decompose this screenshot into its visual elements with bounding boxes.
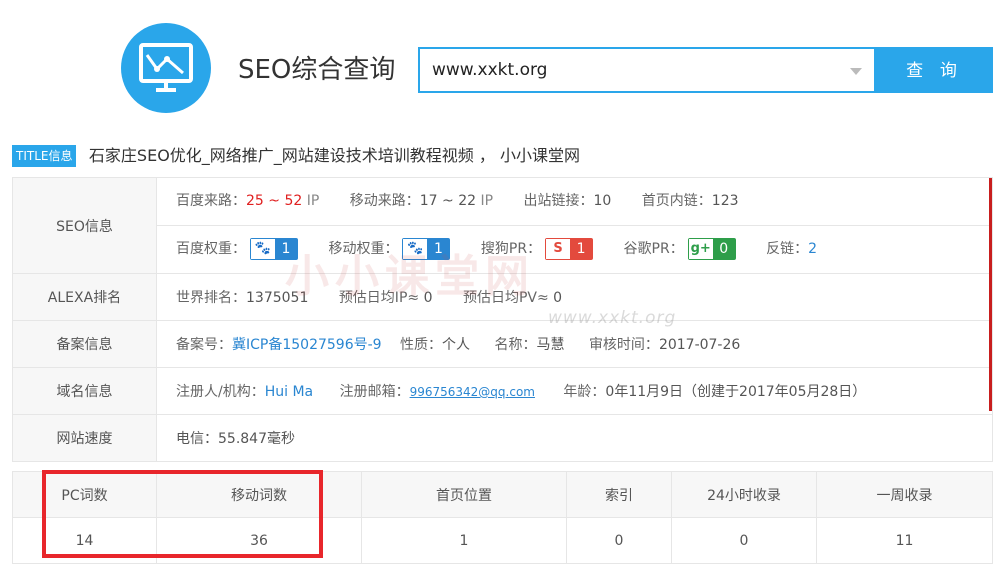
icp-number-label: 备案号：: [176, 337, 232, 353]
google-plus-icon: g+: [688, 239, 713, 259]
domain-label: 域名信息: [12, 367, 157, 415]
keyword-stats-values: 14 36 1 0 0 11: [12, 517, 993, 564]
keyword-stats-table: PC词数 移动词数 首页位置 索引 24小时收录 一周收录 14 36 1 0 …: [12, 471, 993, 564]
icp-label: 备案信息: [12, 320, 157, 368]
email-link[interactable]: 996756342@qq.com: [410, 385, 535, 399]
sogou-pr-label: 搜狗PR：: [480, 241, 542, 257]
innerlinks-label: 首页内链：: [641, 193, 712, 209]
site-title-text: 石家庄SEO优化_网络推广_网站建设技术培训教程视频 ， 小小课堂网: [88, 146, 580, 165]
sogou-icon: S: [546, 239, 571, 259]
seo-traffic-line: 百度来路：25 ~ 52 IP 移动来路：17 ~ 22 IP 出站链接：10 …: [157, 178, 992, 226]
icp-name-label: 名称：: [494, 337, 537, 353]
dropdown-arrow-icon[interactable]: [850, 68, 862, 75]
backlinks-label: 反链：: [766, 241, 809, 257]
icp-nature-label: 性质：: [400, 337, 443, 353]
red-accent-bar: [989, 178, 992, 411]
baidu-traffic-unit: IP: [306, 193, 320, 209]
pc-words-value[interactable]: 14: [12, 517, 157, 564]
speed-label: 网站速度: [12, 414, 157, 462]
baidu-paw-icon: 🐾: [251, 239, 275, 259]
backlinks-value[interactable]: 2: [808, 241, 817, 257]
indexed-24h-value[interactable]: 0: [671, 517, 817, 564]
baidu-weight-value: 1: [275, 239, 297, 259]
sogou-pr-badge[interactable]: S1: [545, 238, 594, 260]
baidu-traffic-value[interactable]: 25 ~ 52: [246, 193, 302, 209]
mobile-traffic-value[interactable]: 17 ~ 22: [420, 193, 476, 209]
daily-pv-value: 0: [553, 290, 563, 306]
alexa-row: ALEXA排名 世界排名：1375051 预估日均IP≈ 0 预估日均PV≈ 0: [12, 273, 993, 321]
mobile-words-header: 移动词数: [156, 471, 362, 518]
registrant-label: 注册人/机构：: [176, 384, 265, 400]
mobile-weight-badge[interactable]: 🐾 1: [402, 238, 451, 260]
mobile-traffic-unit: IP: [480, 193, 494, 209]
world-rank-label: 世界排名：: [176, 290, 246, 306]
baidu-weight-label: 百度权重：: [176, 241, 246, 257]
google-pr-value: 0: [712, 239, 735, 259]
homepage-position-header: 首页位置: [361, 471, 567, 518]
baidu-weight-badge[interactable]: 🐾 1: [250, 238, 298, 260]
age-label: 年龄：: [563, 384, 606, 400]
seo-info-row: SEO信息 百度来路：25 ~ 52 IP 移动来路：17 ~ 22 IP 出站…: [12, 177, 993, 274]
domain-row: 域名信息 注册人/机构：Hui Ma 注册邮箱：996756342@qq.com…: [12, 367, 993, 415]
outlinks-label: 出站链接：: [523, 193, 594, 209]
seo-info-label: SEO信息: [12, 177, 157, 274]
icp-row: 备案信息 备案号：冀ICP备15027596号-9 性质：个人 名称：马慧 审核…: [12, 320, 993, 368]
google-pr-badge[interactable]: g+ 0: [687, 238, 736, 260]
seo-weight-line: 百度权重： 🐾 1 移动权重： 🐾 1 搜狗PR： S 1 谷歌PR： g+ 0 反链：2: [157, 226, 992, 273]
icp-name-value: 马慧: [536, 337, 565, 353]
mobile-traffic-label: 移动来路：: [349, 193, 420, 209]
daily-ip-value: 0: [423, 290, 433, 306]
title-info-badge: TITLE信息: [12, 145, 77, 167]
baidu-traffic-label: 百度来路：: [176, 193, 246, 209]
chart-logo-icon: [121, 23, 211, 113]
email-label: 注册邮箱：: [339, 384, 410, 400]
index-value[interactable]: 0: [566, 517, 672, 564]
mobile-words-value[interactable]: 36: [156, 517, 362, 564]
pc-words-header: PC词数: [12, 471, 157, 518]
indexed-week-header: 一周收录: [816, 471, 993, 518]
domain-search-input[interactable]: [432, 49, 842, 91]
age-value: 0年11月9日（创建于2017年05月28日）: [605, 384, 867, 400]
search-button[interactable]: 查 询: [876, 47, 993, 93]
search-box: [418, 47, 876, 93]
innerlinks-value[interactable]: 123: [712, 193, 739, 209]
title-info-row: TITLE信息 石家庄SEO优化_网络推广_网站建设技术培训教程视频 ， 小小课…: [12, 145, 580, 167]
keyword-stats-header: PC词数 移动词数 首页位置 索引 24小时收录 一周收录: [12, 471, 993, 518]
speed-row: 网站速度 电信：55.847毫秒: [12, 414, 993, 462]
icp-number-link[interactable]: 冀ICP备15027596号-9: [232, 337, 382, 353]
google-pr-label: 谷歌PR：: [623, 241, 684, 257]
speed-value: 电信：55.847毫秒: [156, 414, 993, 462]
indexed-week-value[interactable]: 11: [816, 517, 993, 564]
daily-pv-label: 预估日均PV≈: [462, 290, 549, 306]
baidu-paw-icon: 🐾: [403, 239, 428, 259]
daily-ip-label: 预估日均IP≈: [338, 290, 420, 306]
indexed-24h-header: 24小时收录: [671, 471, 817, 518]
registrant-link[interactable]: Hui Ma: [265, 384, 313, 400]
icp-audit-label: 审核时间：: [588, 337, 659, 353]
homepage-position-value[interactable]: 1: [361, 517, 567, 564]
icp-audit-value: 2017-07-26: [658, 337, 741, 353]
mobile-weight-label: 移动权重：: [328, 241, 399, 257]
page-title: SEO综合查询: [238, 55, 396, 85]
sogou-pr-value: 1: [570, 239, 593, 259]
seo-info-table: SEO信息 百度来路：25 ~ 52 IP 移动来路：17 ~ 22 IP 出站…: [12, 177, 993, 462]
world-rank-value[interactable]: 1375051: [246, 290, 308, 306]
alexa-label: ALEXA排名: [12, 273, 157, 321]
mobile-weight-value: 1: [427, 239, 450, 259]
outlinks-value[interactable]: 10: [594, 193, 612, 209]
index-header: 索引: [566, 471, 672, 518]
icp-nature-value: 个人: [442, 337, 471, 353]
